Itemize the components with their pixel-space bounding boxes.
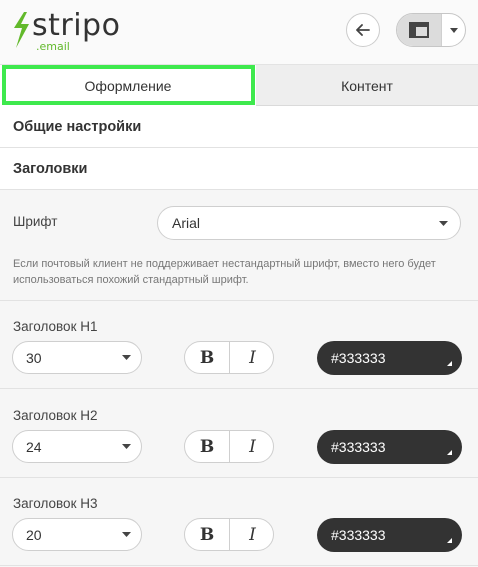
header: stripo .email <box>0 0 478 64</box>
heading-h2-style-group: B I <box>184 430 274 463</box>
heading-h1-italic-button[interactable]: I <box>230 342 273 373</box>
heading-h2-label: Заголовок H2 <box>13 408 98 423</box>
heading-h3-italic-button[interactable]: I <box>230 519 273 550</box>
heading-h1-label: Заголовок H1 <box>13 319 98 334</box>
view-dropdown-button[interactable] <box>441 14 465 46</box>
heading-h3-style-group: B I <box>184 518 274 551</box>
font-label: Шрифт <box>13 214 58 229</box>
heading-h2-color-value: #333333 <box>331 439 386 455</box>
heading-h2-size-value: 24 <box>26 438 42 455</box>
heading-h3-size-select[interactable]: 20 <box>12 518 142 551</box>
tab-design[interactable]: Оформление <box>0 65 256 106</box>
heading-h1-style-group: B I <box>184 341 274 374</box>
heading-h2-settings: Заголовок H2 24 B I #333333 <box>0 390 478 478</box>
caret-down-icon <box>449 27 458 33</box>
tab-highlight <box>2 65 255 105</box>
font-setting: Шрифт Arial Если почтовый клиент не подд… <box>0 190 478 301</box>
tab-content[interactable]: Контент <box>256 65 478 106</box>
font-select-value: Arial <box>172 215 201 231</box>
heading-h3-settings: Заголовок H3 20 B I #333333 <box>0 478 478 566</box>
font-select[interactable]: Arial <box>157 206 461 240</box>
logo-subtext: .email <box>36 40 70 53</box>
section-headings-title: Заголовки <box>13 160 88 177</box>
layout-view-button[interactable] <box>397 14 441 46</box>
caret-down-icon <box>122 444 131 449</box>
layout-panel-icon <box>409 22 429 38</box>
caret-down-icon <box>122 532 131 537</box>
tab-content-label: Контент <box>341 77 393 94</box>
back-button[interactable] <box>346 13 380 47</box>
heading-h3-bold-button[interactable]: B <box>185 519 230 550</box>
heading-h2-bold-button[interactable]: B <box>185 431 230 462</box>
tab-bar: Оформление Контент <box>0 64 478 106</box>
view-switcher <box>396 13 466 47</box>
heading-h3-size-value: 20 <box>26 526 42 543</box>
logo-text: stripo <box>32 8 121 43</box>
section-general-title: Общие настройки <box>13 118 142 135</box>
stripo-logo-icon <box>14 12 29 48</box>
heading-h3-color-value: #333333 <box>331 527 386 543</box>
section-headings[interactable]: Заголовки <box>0 148 478 190</box>
arrow-left-icon <box>356 24 370 36</box>
caret-down-icon <box>439 221 448 226</box>
heading-h1-bold-button[interactable]: B <box>185 342 230 373</box>
heading-h2-italic-button[interactable]: I <box>230 431 273 462</box>
heading-h2-color-picker[interactable]: #333333 <box>317 430 462 464</box>
resize-corner-icon <box>447 450 452 455</box>
heading-h3-label: Заголовок H3 <box>13 496 98 511</box>
heading-h1-size-select[interactable]: 30 <box>12 341 142 374</box>
heading-h1-color-picker[interactable]: #333333 <box>317 341 462 375</box>
heading-h3-color-picker[interactable]: #333333 <box>317 518 462 552</box>
resize-corner-icon <box>447 538 452 543</box>
heading-h1-size-value: 30 <box>26 349 42 366</box>
heading-h1-settings: Заголовок H1 30 B I #333333 <box>0 301 478 389</box>
heading-h1-color-value: #333333 <box>331 350 386 366</box>
resize-corner-icon <box>447 361 452 366</box>
caret-down-icon <box>122 355 131 360</box>
heading-h2-size-select[interactable]: 24 <box>12 430 142 463</box>
font-note: Если почтовый клиент не поддерживает нес… <box>13 258 436 286</box>
section-general-settings[interactable]: Общие настройки <box>0 106 478 148</box>
